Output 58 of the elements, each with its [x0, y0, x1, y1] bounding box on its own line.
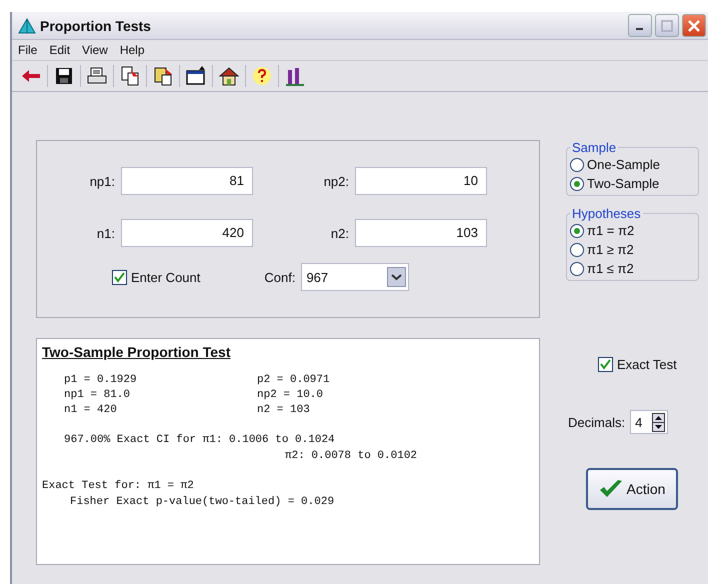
- stat-text: p2 = 0.0971: [257, 374, 331, 386]
- ci-text: π2: 0.0078 to 0.0102: [284, 450, 418, 462]
- radio-button[interactable]: [570, 224, 584, 238]
- field-label: n2:: [330, 226, 349, 240]
- number-field[interactable]: 103: [355, 219, 487, 247]
- field-label: np1:: [88, 174, 115, 188]
- minimize-button[interactable]: [628, 14, 652, 37]
- stat-text: np1 = 81.0: [63, 389, 132, 401]
- app-icon: [18, 18, 36, 34]
- spinner-arrows-icon[interactable]: [652, 412, 666, 432]
- menu-item[interactable]: Edit: [49, 43, 70, 57]
- group-title: Hypotheses: [571, 206, 642, 221]
- field-label: Conf:: [264, 270, 296, 284]
- radio-button[interactable]: [570, 242, 584, 256]
- checkbox[interactable]: [112, 270, 127, 284]
- test-text: Fisher Exact p-value(two-tailed) = 0.029: [69, 496, 336, 508]
- checkbox-label: Exact Test: [617, 357, 677, 372]
- conf-dropdown[interactable]: 967: [301, 263, 410, 291]
- number-field[interactable]: 10: [355, 167, 487, 195]
- radio-button[interactable]: [570, 158, 584, 172]
- number-field[interactable]: 420: [121, 219, 253, 247]
- stat-text: n1 = 420: [63, 404, 118, 416]
- test-text: Exact Test for: π1 = π2: [42, 480, 195, 492]
- close-icon[interactable]: [688, 20, 700, 32]
- number-field[interactable]: 81: [121, 167, 253, 195]
- radio-label: One-Sample: [587, 157, 660, 172]
- save-icon[interactable]: [53, 65, 75, 87]
- radio-label: π1 = π2: [587, 223, 634, 238]
- copy-icon[interactable]: [119, 65, 141, 87]
- results-title: Two-Sample Proportion Test: [42, 344, 232, 360]
- stat-text: p1 = 0.1929: [63, 374, 138, 386]
- ci-text: 967.00% Exact CI for π1: 0.1006 to 0.1024: [63, 434, 336, 446]
- radio-label: π1 ≥ π2: [587, 242, 634, 257]
- checkbox-label: Enter Count: [131, 270, 200, 284]
- help-icon[interactable]: [251, 65, 273, 87]
- action-button[interactable]: Action: [586, 468, 678, 510]
- radio-label: π1 ≤ π2: [587, 261, 634, 276]
- stat-text: n2 = 103: [257, 404, 311, 416]
- decimals-spinner[interactable]: 4: [630, 410, 668, 434]
- menu-item[interactable]: Help: [120, 43, 145, 57]
- window-title: Proportion Tests: [40, 18, 151, 34]
- radio-label: Two-Sample: [587, 176, 660, 191]
- radio-button[interactable]: [570, 262, 584, 276]
- field-label: np2:: [322, 174, 349, 188]
- home-icon[interactable]: [218, 65, 240, 87]
- stat-text: np2 = 10.0: [257, 389, 324, 401]
- chart-icon[interactable]: [284, 65, 306, 87]
- group-title: Sample: [571, 140, 618, 155]
- field-label: Decimals:: [568, 414, 626, 430]
- field-label: n1:: [96, 226, 115, 240]
- checkbox[interactable]: [598, 357, 613, 372]
- window-icon[interactable]: [185, 65, 207, 87]
- paste-icon[interactable]: [152, 65, 174, 87]
- radio-button[interactable]: [570, 176, 584, 190]
- menu-item[interactable]: File: [18, 43, 38, 57]
- menu-item[interactable]: View: [82, 43, 108, 57]
- close-button[interactable]: [682, 14, 706, 37]
- checkmark-icon: [598, 479, 623, 499]
